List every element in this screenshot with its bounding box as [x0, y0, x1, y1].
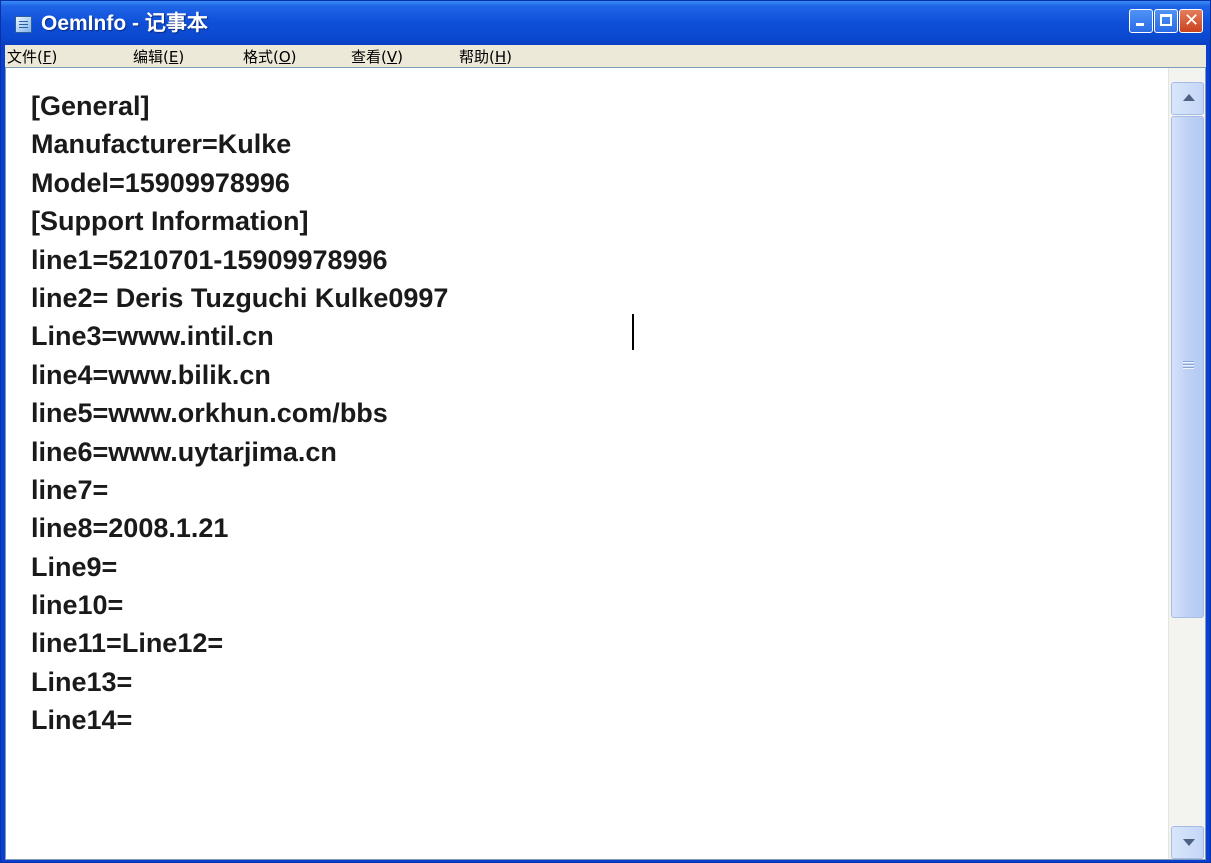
- close-button[interactable]: ✕: [1179, 9, 1203, 33]
- text-line: line2= Deris Tuzguchi Kulke0997: [31, 282, 449, 313]
- text-line: Manufacturer=Kulke: [31, 129, 292, 160]
- menu-help[interactable]: 帮助(H): [459, 46, 512, 67]
- text-line: Model=15909978996: [31, 167, 290, 198]
- menu-format[interactable]: 格式(O): [243, 46, 297, 67]
- close-icon: ✕: [1183, 10, 1200, 31]
- scrollbar-thumb[interactable]: [1171, 116, 1204, 618]
- scroll-up-icon: [1183, 94, 1195, 101]
- editor[interactable]: [General] Manufacturer=Kulke Model=15909…: [5, 67, 1206, 860]
- notepad-window: OemInfo - 记事本 ✕ 文件(F) 编辑(E) 格式(O) 查看(V) …: [0, 0, 1211, 863]
- text-line: Line9=: [31, 551, 118, 582]
- text-line: [General]: [31, 91, 150, 121]
- text-line: Line13=: [31, 666, 133, 697]
- text-line: Line3=www.intil.cn: [31, 321, 274, 352]
- text-line: Line14=: [31, 705, 133, 736]
- minimize-button[interactable]: [1129, 9, 1153, 33]
- text-line: line7=: [31, 474, 109, 505]
- menu-edit[interactable]: 编辑(E): [133, 46, 184, 67]
- scroll-up-button[interactable]: [1171, 82, 1204, 115]
- text-line: line10=: [31, 590, 124, 621]
- text-area[interactable]: [General] Manufacturer=Kulke Model=15909…: [6, 68, 1168, 859]
- menu-bar: 文件(F) 编辑(E) 格式(O) 查看(V) 帮助(H): [5, 45, 1206, 67]
- text-line: line5=www.orkhun.com/bbs: [31, 398, 388, 429]
- minimize-icon: [1136, 23, 1144, 26]
- text-line: line11=Line12=: [31, 628, 224, 659]
- text-line: [Support Information]: [31, 206, 309, 237]
- text-cursor: [632, 314, 634, 350]
- maximize-icon: [1160, 14, 1172, 26]
- maximize-button[interactable]: [1154, 9, 1178, 33]
- title-bar[interactable]: OemInfo - 记事本 ✕: [1, 1, 1210, 45]
- grip-icon: [1183, 361, 1194, 373]
- scroll-down-button[interactable]: [1171, 826, 1204, 859]
- text-line: line4=www.bilik.cn: [31, 359, 271, 390]
- text-line: line1=5210701-15909978996: [31, 244, 388, 275]
- text-line: line6=www.uytarjima.cn: [31, 436, 337, 467]
- window-title: OemInfo - 记事本: [41, 12, 208, 35]
- text-line: line8=2008.1.21: [31, 513, 229, 544]
- menu-view[interactable]: 查看(V): [351, 46, 403, 67]
- notepad-icon[interactable]: [15, 16, 32, 33]
- vertical-scrollbar[interactable]: [1168, 68, 1205, 859]
- menu-file[interactable]: 文件(F): [7, 46, 57, 67]
- scroll-down-icon: [1183, 839, 1195, 846]
